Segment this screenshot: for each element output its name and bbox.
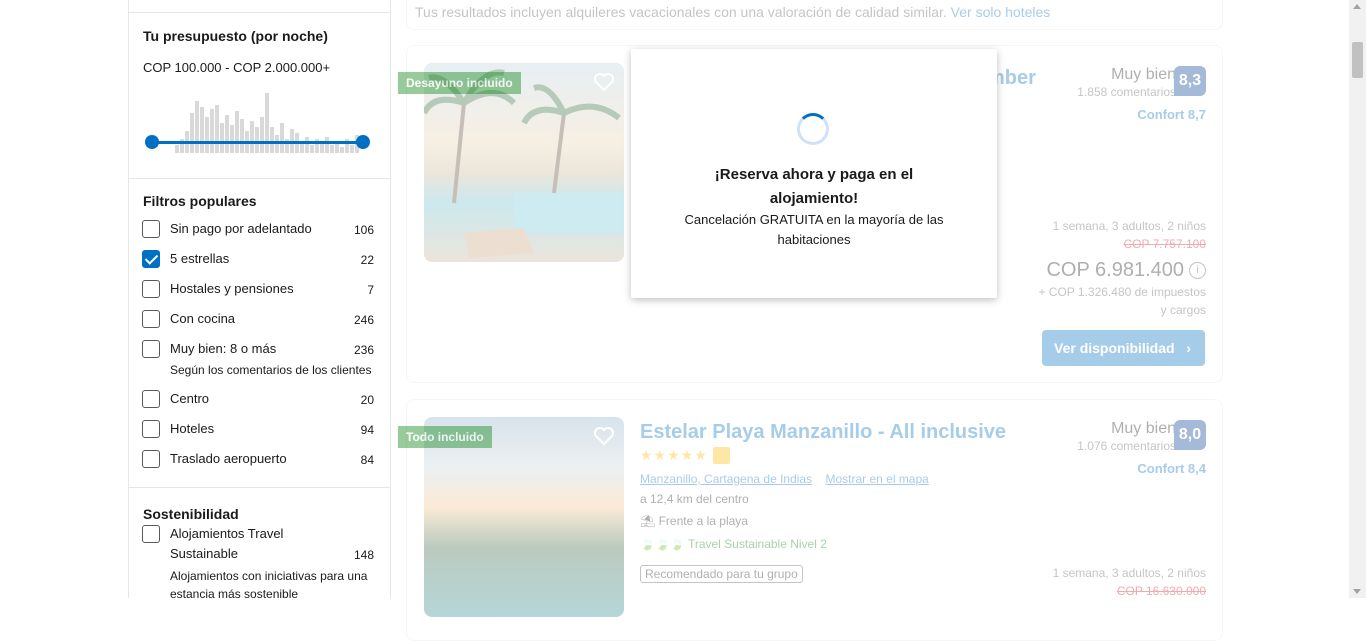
- heart-icon[interactable]: [593, 425, 615, 447]
- all-inclusive-badge: Todo incluido: [398, 426, 492, 448]
- filter-label: Traslado aeropuerto: [170, 451, 287, 466]
- sustainable-label: Travel Sustainable Nivel 2: [687, 537, 827, 551]
- checkbox[interactable]: [142, 340, 160, 358]
- results-notice: Tus resultados incluyen alquileres vacac…: [406, 0, 1223, 30]
- sustainability-title: Sostenibilidad: [143, 506, 239, 522]
- chevron-right-icon: ›: [1186, 340, 1191, 356]
- beach-icon: ⛱: [640, 514, 656, 528]
- filter-label-line2: Sustainable: [170, 546, 238, 561]
- checkbox[interactable]: [142, 525, 160, 543]
- info-icon[interactable]: i: [1189, 262, 1206, 279]
- review-count: 1.858 comentarios: [1077, 85, 1176, 99]
- scroll-down-icon[interactable]: [1353, 589, 1361, 594]
- filter-label: Hostales y pensiones: [170, 281, 294, 296]
- filter-count: 148: [354, 548, 375, 562]
- heart-icon[interactable]: [593, 71, 615, 93]
- price-histogram: [173, 93, 363, 153]
- filters-sidebar: Tu presupuesto (por noche) COP 100.000 -…: [128, 0, 391, 598]
- review-score[interactable]: 8,0: [1174, 420, 1206, 450]
- checkbox[interactable]: [142, 220, 160, 238]
- booking-loading-dialog: ¡Reserva ahora y paga en el alojamiento!…: [631, 49, 997, 298]
- filter-label: Muy bien: 8 o más: [170, 341, 277, 356]
- scroll-up-icon[interactable]: [1353, 4, 1361, 9]
- star-rating-icon: ★★★★★: [640, 447, 708, 463]
- button-label: Ver disponibilidad: [1054, 340, 1175, 356]
- filter-count: 7: [367, 283, 374, 297]
- filter-label: 5 estrellas: [170, 251, 230, 266]
- price-slider-min-handle[interactable]: [145, 135, 159, 149]
- filter-count: 20: [360, 393, 374, 407]
- filter-count: 94: [360, 423, 374, 437]
- see-only-hotels-link[interactable]: Ver solo hoteles: [951, 4, 1051, 20]
- review-count: 1.076 comentarios: [1077, 439, 1176, 453]
- leaf-icon: 🍃🍃🍃: [640, 537, 685, 551]
- filter-count: 84: [360, 453, 374, 467]
- original-price: COP 7.757.100: [1123, 237, 1206, 251]
- beach-label: Frente a la playa: [658, 514, 748, 528]
- comfort-score: Confort 8,4: [1137, 461, 1206, 476]
- distance: a 12,4 km del centro: [640, 492, 749, 506]
- filter-label: Con cocina: [170, 311, 236, 326]
- scrollbar-thumb[interactable]: [1352, 42, 1363, 78]
- filter-count: 246: [354, 313, 375, 327]
- checkbox[interactable]: [142, 450, 160, 468]
- popular-filters-title: Filtros populares: [143, 193, 257, 209]
- filter-count: 106: [354, 223, 375, 237]
- property-card: Estelar Playa Manzanillo - All inclusive…: [406, 399, 1223, 641]
- dialog-title: ¡Reserva ahora y paga en el alojamiento!: [714, 166, 914, 207]
- budget-section: Tu presupuesto (por noche) COP 100.000 -…: [129, 13, 390, 179]
- checkbox[interactable]: [142, 420, 160, 438]
- property-name[interactable]: Estelar Playa Manzanillo - All inclusive: [640, 421, 1006, 444]
- review-score[interactable]: 8,3: [1174, 66, 1206, 96]
- taxes-line2: y cargos: [1160, 303, 1206, 317]
- original-price: COP 16.630.000: [1116, 584, 1206, 598]
- comfort-score: Confort 8,7: [1137, 107, 1206, 122]
- filter-count: 22: [360, 253, 374, 267]
- page-scrollbar[interactable]: [1349, 0, 1366, 598]
- budget-range: COP 100.000 - COP 2.000.000+: [143, 60, 331, 75]
- filter-label: Alojamientos Travel: [170, 526, 284, 541]
- checkbox-checked[interactable]: [142, 250, 160, 268]
- stay-details: 1 semana, 3 adultos, 2 niños: [1052, 219, 1206, 233]
- checkbox[interactable]: [142, 310, 160, 328]
- breakfast-included-badge: Desayuno incluido: [398, 72, 521, 94]
- location-link[interactable]: Manzanillo, Cartagena de Indias: [640, 472, 812, 486]
- filter-label: Hoteles: [170, 421, 215, 436]
- show-map-link[interactable]: Mostrar en el mapa: [825, 472, 928, 486]
- taxes-line1: + COP 1.326.480 de impuestos: [1038, 285, 1206, 299]
- filter-label: Centro: [170, 391, 210, 406]
- budget-title: Tu presupuesto (por noche): [143, 28, 328, 44]
- review-word: Muy bien: [1111, 66, 1176, 83]
- recommended-badge: Recomendado para tu grupo: [640, 565, 803, 583]
- checkbox[interactable]: [142, 390, 160, 408]
- see-availability-button[interactable]: Ver disponibilidad ›: [1042, 330, 1205, 366]
- current-price: COP 6.981.400: [1046, 259, 1184, 281]
- notice-text: Tus resultados incluyen alquileres vacac…: [415, 4, 947, 20]
- filter-sublabel: Según los comentarios de los clientes: [170, 363, 372, 377]
- sidebar-top-divider: [129, 0, 390, 13]
- price-slider-track[interactable]: [152, 141, 363, 144]
- filter-sublabel: Alojamientos con iniciativas para una: [170, 569, 368, 583]
- checkbox[interactable]: [142, 280, 160, 298]
- filter-count: 236: [354, 343, 375, 357]
- filter-sublabel-line2: estancia más sostenible: [170, 587, 299, 601]
- dialog-text: Cancelación GRATUITA en la mayoría de la…: [684, 212, 944, 247]
- filter-label: Sin pago por adelantado: [170, 221, 312, 236]
- thumbs-up-icon: [713, 447, 730, 464]
- price-slider-max-handle[interactable]: [356, 135, 370, 149]
- review-word: Muy bien: [1111, 420, 1176, 437]
- loading-spinner-icon: [797, 113, 829, 145]
- stay-details: 1 semana, 3 adultos, 2 niños: [1052, 566, 1206, 580]
